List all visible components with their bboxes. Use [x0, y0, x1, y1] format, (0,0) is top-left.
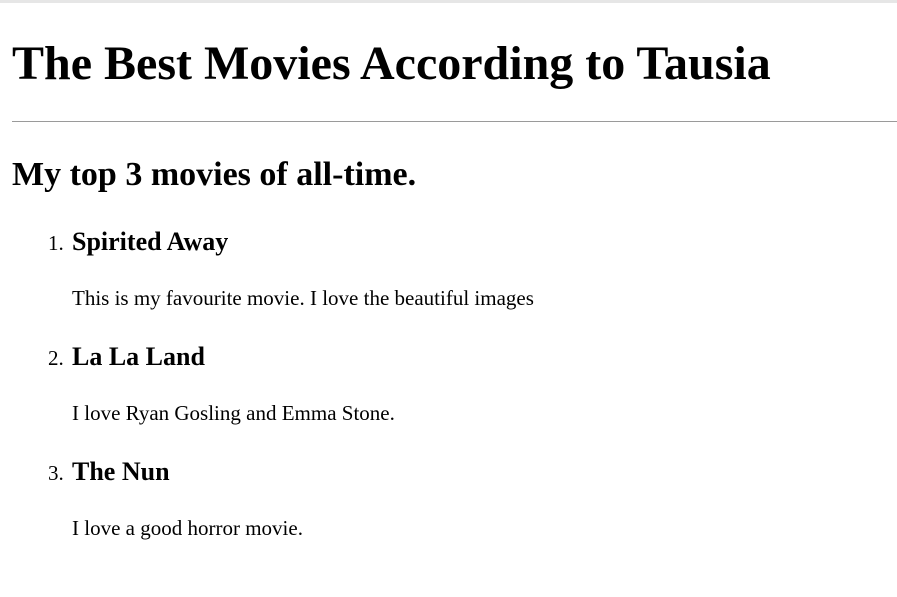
movie-description: I love Ryan Gosling and Emma Stone.: [72, 401, 395, 425]
horizontal-rule: [12, 121, 897, 122]
movie-description: This is my favourite movie. I love the b…: [72, 286, 534, 310]
top-border: [0, 0, 897, 3]
page-title: The Best Movies According to Tausia: [12, 37, 771, 90]
movie-title: Spirited Away: [72, 227, 229, 256]
movie-title: La La Land: [72, 342, 205, 371]
list-number: 1.: [48, 231, 64, 255]
list-number: 2.: [48, 346, 64, 370]
list-number: 3.: [48, 461, 64, 485]
movie-description: I love a good horror movie.: [72, 516, 303, 540]
movie-title: The Nun: [72, 457, 170, 486]
section-heading: My top 3 movies of all-time.: [12, 156, 417, 193]
